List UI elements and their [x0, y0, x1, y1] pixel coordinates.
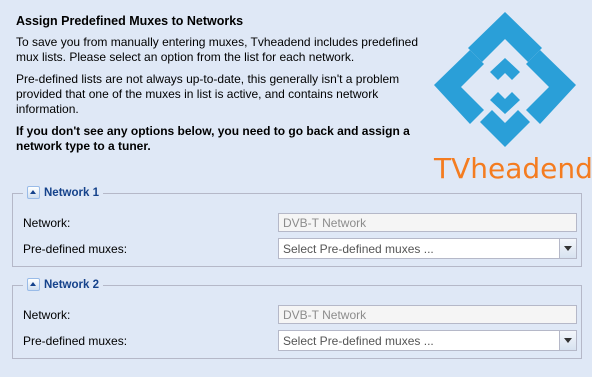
network-1-fieldset: Network 1 Network: DVB-T Network Pre-def… [12, 186, 582, 267]
predefined-muxes-label: Pre-defined muxes: [23, 333, 128, 348]
network-1-legend-label: Network 1 [44, 186, 99, 199]
network-1-legend: Network 1 [23, 186, 103, 199]
network-2-network-row: Network: [23, 304, 273, 325]
network-2-network-field[interactable]: DVB-T Network [278, 305, 577, 324]
network-1-muxes-row: Pre-defined muxes: [23, 238, 273, 259]
muxes-select-placeholder: Select Pre-defined muxes ... [283, 334, 434, 348]
network-2-muxes-row: Pre-defined muxes: [23, 330, 273, 351]
chevron-down-icon[interactable] [559, 239, 576, 258]
intro-paragraph-2: Pre-defined lists are not always up-to-d… [16, 72, 400, 116]
network-1-muxes-select[interactable]: Select Pre-defined muxes ... [278, 238, 577, 259]
network-2-legend: Network 2 [23, 278, 103, 291]
network-1-network-row: Network: [23, 212, 273, 233]
collapse-icon[interactable] [27, 186, 40, 199]
muxes-select-placeholder: Select Pre-defined muxes ... [283, 242, 434, 256]
network-2-fieldset: Network 2 Network: DVB-T Network Pre-def… [12, 278, 582, 359]
network-1-network-field[interactable]: DVB-T Network [278, 213, 577, 232]
chevron-down-icon[interactable] [559, 331, 576, 350]
network-2-legend-label: Network 2 [44, 278, 99, 291]
intro-section: Assign Predefined Muxes to Networks To s… [16, 14, 426, 161]
page-title: Assign Predefined Muxes to Networks [16, 14, 244, 28]
predefined-muxes-label: Pre-defined muxes: [23, 241, 128, 256]
intro-paragraph-1: To save you from manually entering muxes… [16, 35, 419, 64]
intro-paragraph-3: If you don't see any options below, you … [16, 124, 410, 153]
collapse-icon[interactable] [27, 278, 40, 291]
network-label: Network: [23, 215, 71, 230]
network-2-muxes-select[interactable]: Select Pre-defined muxes ... [278, 330, 577, 351]
logo-text: TVheadend [434, 152, 592, 185]
network-label: Network: [23, 307, 71, 322]
